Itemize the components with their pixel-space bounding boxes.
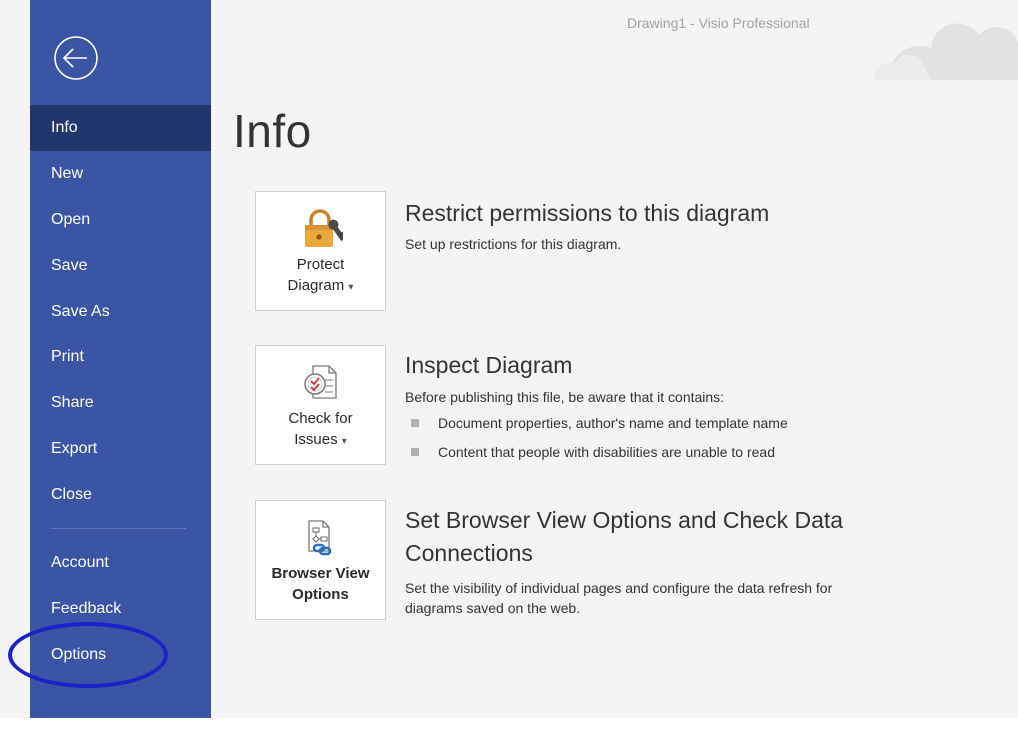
page-title: Info — [233, 105, 312, 157]
check-for-issues-label-line1: Check for — [288, 410, 353, 427]
browser-view-label-line2: Options — [292, 586, 349, 603]
nav-open[interactable]: Open — [30, 197, 211, 243]
browser-view-options-icon — [308, 520, 332, 556]
inspect-bullet-item: Document properties, author's name and t… — [411, 415, 788, 431]
inspect-diagram-title: Inspect Diagram — [405, 352, 573, 378]
dropdown-caret-icon: ▾ — [341, 436, 347, 447]
browser-view-options-button[interactable]: Browser View Options — [255, 500, 386, 620]
window-title: Drawing1 - Visio Professional — [627, 15, 810, 31]
back-arrow-icon — [54, 36, 98, 80]
protect-diagram-button[interactable]: Protect Diagram ▾ — [255, 191, 386, 311]
browser-view-description-line1: Set the visibility of individual pages a… — [405, 580, 833, 596]
restrict-permissions-title: Restrict permissions to this diagram — [405, 200, 770, 226]
nav-print[interactable]: Print — [30, 334, 211, 380]
inspect-diagram-description: Before publishing this file, be aware th… — [405, 389, 725, 405]
bullet-square-icon — [411, 448, 419, 456]
bullet-square-icon — [411, 419, 419, 427]
inspect-document-icon — [304, 365, 337, 399]
nav-close[interactable]: Close — [30, 472, 211, 518]
browser-view-title-line2: Connections — [405, 540, 533, 566]
protect-diagram-label-line1: Protect — [296, 256, 345, 273]
nav-divider — [51, 528, 186, 529]
lock-key-icon — [305, 209, 343, 247]
options-highlight-circle — [8, 622, 168, 688]
backstage-sidebar: Info New Open Save Save As Print Share E… — [30, 0, 211, 718]
nav-info[interactable]: Info — [30, 105, 211, 151]
title-bar: Drawing1 - Visio Professional — [211, 0, 1018, 80]
browser-view-title-line1: Set Browser View Options and Check Data — [405, 507, 844, 533]
browser-view-label-line1: Browser View — [271, 565, 370, 582]
backstage-view: Drawing1 - Visio Professional Info New O… — [0, 0, 1018, 718]
nav-export[interactable]: Export — [30, 426, 211, 472]
nav-save-as[interactable]: Save As — [30, 289, 211, 335]
cloud-decoration — [874, 23, 1018, 80]
nav-save[interactable]: Save — [30, 243, 211, 289]
restrict-permissions-description: Set up restrictions for this diagram. — [405, 236, 622, 252]
dropdown-caret-icon: ▾ — [348, 282, 354, 293]
check-for-issues-label-line2: Issues — [294, 431, 338, 448]
protect-diagram-label-line2: Diagram — [287, 277, 345, 294]
back-button[interactable] — [52, 34, 100, 82]
browser-view-description-line2: diagrams saved on the web. — [405, 600, 581, 616]
nav-share[interactable]: Share — [30, 380, 211, 426]
nav-new[interactable]: New — [30, 151, 211, 197]
check-for-issues-button[interactable]: Check for Issues ▾ — [255, 345, 386, 465]
nav-account[interactable]: Account — [30, 540, 211, 586]
inspect-bullet-item: Content that people with disabilities ar… — [411, 444, 775, 460]
